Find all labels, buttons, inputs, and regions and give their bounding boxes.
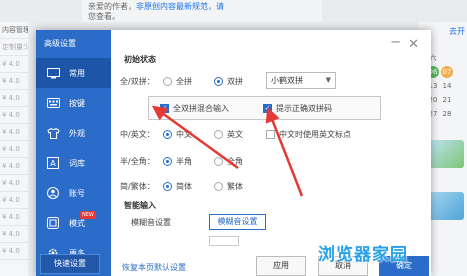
radio-label: 全拼 <box>176 77 192 86</box>
background-left-list: 内容管理 定制量少 ¥ 4.0 ¥ 4.0 ¥ 4.0 ¥ 4.0 ¥ 4.0 … <box>0 22 28 276</box>
radio-button[interactable] <box>214 157 223 166</box>
radio-button[interactable] <box>163 157 172 166</box>
simplified-radio[interactable]: 简体 <box>163 181 192 192</box>
list-item: ¥ 4.0 <box>0 226 28 243</box>
sidebar-item-keys[interactable]: 按键 <box>36 88 111 118</box>
settings-sidebar: 高级设置 常用 按键 外观 A 词库 账号 模式 NEW 更多 快速设置 <box>36 30 111 276</box>
calendar: 六 06 07 13 14 20 21 27 28 <box>426 46 466 121</box>
sidebar-item-label: 按键 <box>69 98 85 108</box>
radio-button[interactable] <box>163 130 172 139</box>
list-item: ¥ 4.0 <box>0 56 28 73</box>
sidebar-item-label: 模式 <box>69 218 85 228</box>
list-item: ¥ 4.0 <box>0 209 28 226</box>
sidebar-item-mode[interactable]: 模式 NEW <box>36 208 111 238</box>
section-title-smart-input: 智能输入 <box>124 201 156 210</box>
radio-label: 中文 <box>176 130 192 139</box>
notice-link[interactable]: 非原创内容最新规范，请 <box>136 2 224 11</box>
calendar-cell[interactable]: 21 <box>441 94 453 106</box>
pinyin-label: 全/双拼： <box>120 77 155 86</box>
shuangpin-scheme-select[interactable]: 小鹤双拼 ▼ <box>266 72 336 89</box>
sidebar-item-common[interactable]: 常用 <box>36 58 111 88</box>
sidebar-item-label: 常用 <box>69 68 85 78</box>
option-box <box>209 236 239 246</box>
list-item: ¥ 4.0 <box>0 107 28 124</box>
chinese-radio[interactable]: 中文 <box>163 129 192 140</box>
radio-label: 英文 <box>227 130 243 139</box>
sidebar-item-label: 词库 <box>69 158 85 168</box>
dictionary-icon: A <box>46 157 60 169</box>
checkbox-label: 全双拼混合输入 <box>173 104 229 113</box>
notice-text: 亲爱的作者， <box>88 2 136 11</box>
checkbox[interactable]: ✓ <box>160 104 169 113</box>
quanpin-radio[interactable]: 全拼 <box>163 76 192 87</box>
script-label: 简/繁体： <box>120 182 155 191</box>
radio-label: 繁体 <box>227 182 243 191</box>
hint-code-checkbox[interactable]: ✓ 提示正确双拼码 <box>263 103 332 114</box>
sidebar-item-label: 外观 <box>69 128 85 138</box>
apply-button[interactable]: 应用 <box>256 256 306 276</box>
calendar-cell <box>441 47 453 59</box>
account-icon <box>46 187 60 199</box>
mode-icon <box>46 217 60 229</box>
sidebar-item-label: 账号 <box>69 188 85 198</box>
sidebar-item-dictionary[interactable]: A 词库 <box>36 148 111 178</box>
notice-text-2: 您查看。 <box>88 12 120 21</box>
calendar-cell[interactable]: 28 <box>441 108 453 120</box>
traditional-radio[interactable]: 繁体 <box>214 181 243 192</box>
calendar-cell[interactable]: 07 <box>441 66 453 78</box>
checkbox[interactable] <box>266 130 275 139</box>
half-width-radio[interactable]: 半角 <box>163 156 192 167</box>
new-badge: NEW <box>80 211 96 219</box>
list-item: ¥ 4.0 <box>0 192 28 209</box>
fuzzy-label: 模糊音设置 <box>131 218 171 227</box>
list-item: ¥ 4.0 <box>0 141 28 158</box>
shirt-icon <box>46 127 60 139</box>
list-item: ¥ 4.0 <box>0 175 28 192</box>
english-punct-checkbox[interactable]: 中文时使用英文标点 <box>266 129 351 140</box>
radio-label: 半角 <box>176 157 192 166</box>
fuzzy-settings-button[interactable]: 模糊音设置 <box>209 214 266 230</box>
width-label: 半/全角： <box>120 157 155 166</box>
calendar-cell[interactable]: 14 <box>441 80 453 92</box>
select-value: 小鹤双拼 <box>271 76 303 85</box>
sidebar-item-account[interactable]: 账号 <box>36 178 111 208</box>
dialog-title: 高级设置 <box>44 39 76 48</box>
list-item: ¥ 4.0 <box>0 158 28 175</box>
watermark-text: 浏览器家园 <box>318 245 408 265</box>
right-link[interactable]: 去开 <box>449 26 465 37</box>
thumbnail-image <box>428 192 464 220</box>
chevron-down-icon: ▼ <box>325 76 331 84</box>
sidebar-item-appearance[interactable]: 外观 <box>36 118 111 148</box>
thumbnail-image <box>428 140 464 168</box>
section-title-initial-state: 初始状态 <box>124 55 156 64</box>
english-radio[interactable]: 英文 <box>214 129 243 140</box>
notice-banner: 亲爱的作者，非原创内容最新规范，请 您查看。 <box>82 0 322 22</box>
full-width-radio[interactable]: 全角 <box>214 156 243 167</box>
restore-defaults-link[interactable]: 恢复本页默认设置 <box>122 262 186 273</box>
quick-setup-button[interactable]: 快速设置 <box>40 254 100 274</box>
monitor-icon <box>46 67 60 79</box>
list-item: ¥ 4.0 <box>0 243 28 260</box>
radio-button[interactable] <box>214 130 223 139</box>
checkbox-label: 中文时使用英文标点 <box>279 130 351 139</box>
list-item: 内容管理 <box>0 22 28 39</box>
radio-button[interactable] <box>214 77 223 86</box>
cn-en-label: 中/英文： <box>120 130 155 139</box>
radio-label: 简体 <box>176 182 192 191</box>
list-item: ¥ 4.0 <box>0 90 28 107</box>
mixed-input-checkbox[interactable]: ✓ 全双拼混合输入 <box>160 103 229 114</box>
list-item: 定制量少 <box>0 39 28 56</box>
radio-button[interactable] <box>214 182 223 191</box>
radio-button[interactable] <box>163 182 172 191</box>
checkbox-label: 提示正确双拼码 <box>276 104 332 113</box>
radio-label: 全角 <box>227 157 243 166</box>
checkbox[interactable]: ✓ <box>263 104 272 113</box>
svg-text:A: A <box>50 159 56 168</box>
keyboard-icon <box>46 97 60 109</box>
shuangpin-radio[interactable]: 双拼 <box>214 76 243 87</box>
list-item: ¥ 4.0 <box>0 124 28 141</box>
radio-button[interactable] <box>163 77 172 86</box>
list-item: ¥ 4.0 <box>0 73 28 90</box>
radio-label: 双拼 <box>227 77 243 86</box>
